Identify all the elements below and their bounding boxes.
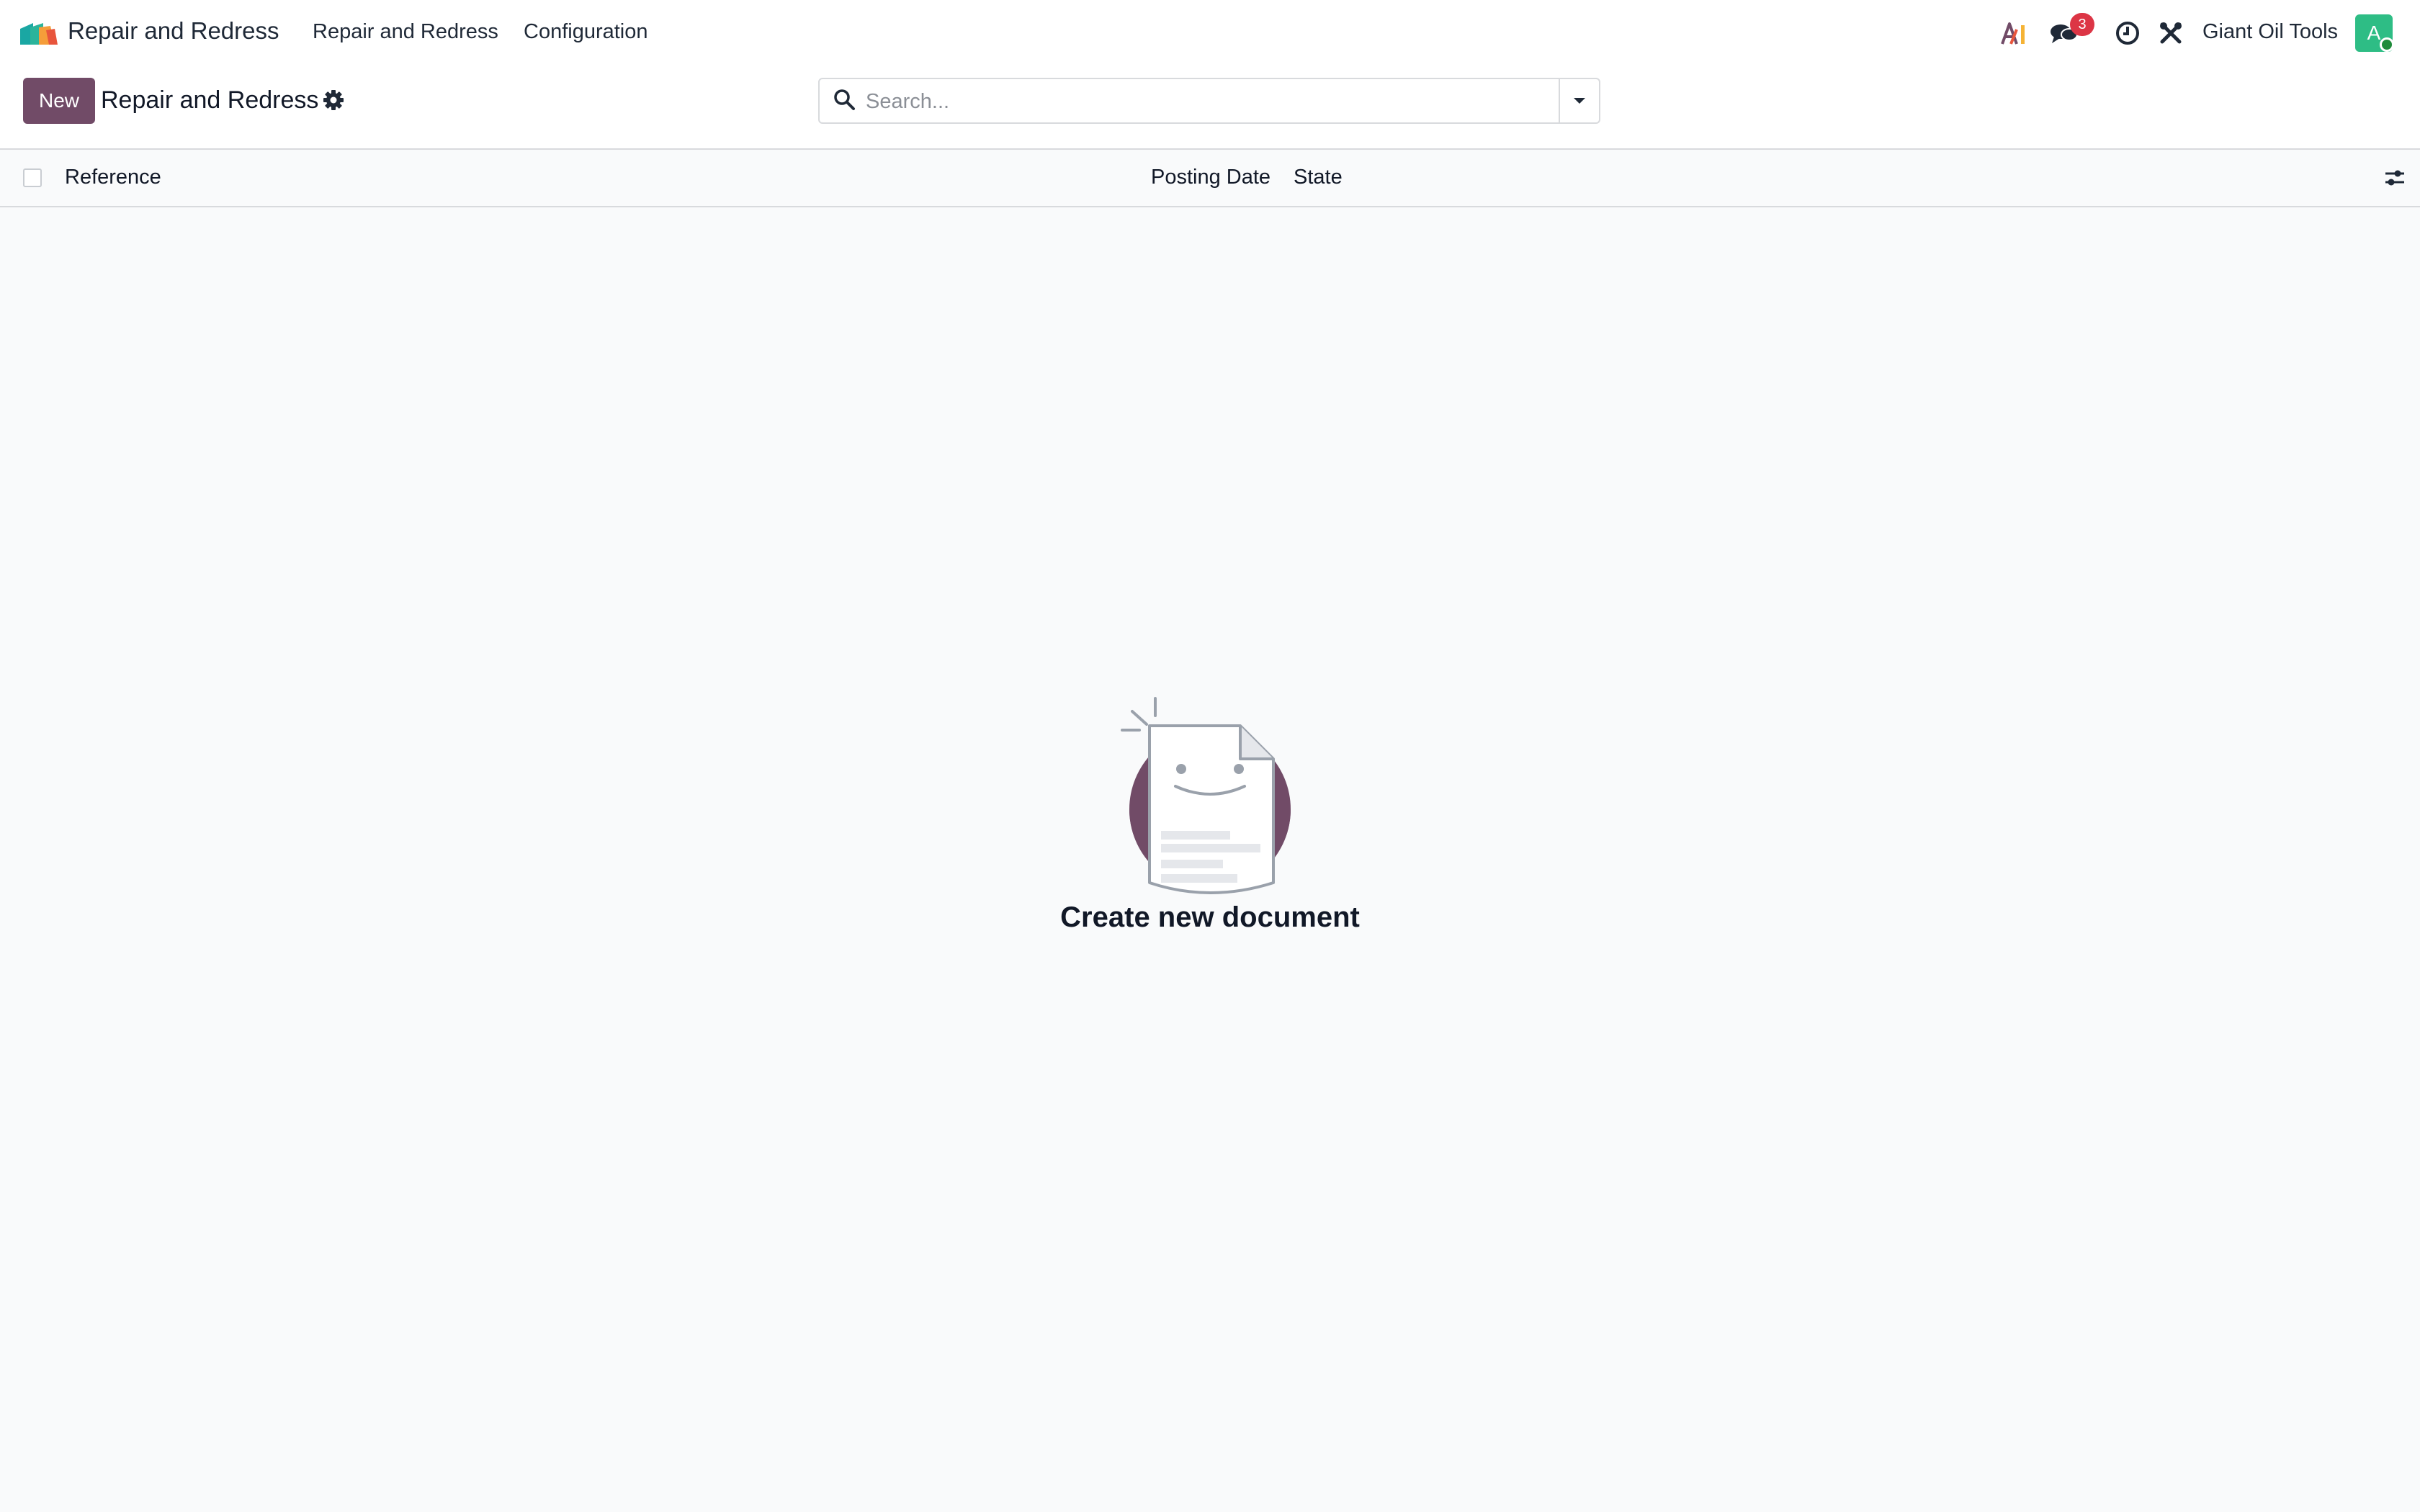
breadcrumb: Repair and Redress [101, 86, 319, 114]
online-status-indicator [2380, 37, 2394, 52]
menu-repair-and-redress[interactable]: Repair and Redress [313, 20, 498, 44]
column-posting-date[interactable]: Posting Date [1151, 166, 1270, 189]
ai-icon[interactable] [1999, 17, 2031, 49]
app-name[interactable]: Repair and Redress [68, 17, 279, 45]
menu-configuration[interactable]: Configuration [524, 20, 648, 44]
search-icon [834, 89, 855, 110]
app-logo-icon[interactable] [17, 19, 58, 48]
tools-icon[interactable] [2155, 17, 2187, 49]
column-state[interactable]: State [1294, 166, 1343, 189]
optional-columns-icon[interactable] [2383, 166, 2407, 190]
caret-down-icon [1574, 98, 1585, 104]
search-options-toggle[interactable] [1560, 79, 1599, 122]
select-all-checkbox[interactable] [23, 168, 42, 187]
empty-document-illustration [1121, 697, 1291, 894]
column-reference[interactable]: Reference [65, 166, 161, 189]
top-navbar: Repair and Redress Repair and Redress Co… [0, 0, 2420, 66]
empty-state-title: Create new document [1060, 901, 1360, 933]
clock-icon[interactable] [2112, 17, 2143, 49]
notification-badge: 3 [2070, 13, 2094, 36]
new-button[interactable]: New [23, 78, 95, 124]
search-input[interactable] [864, 82, 1551, 121]
gear-icon[interactable] [323, 89, 344, 111]
company-switcher[interactable]: Giant Oil Tools [2202, 20, 2338, 44]
